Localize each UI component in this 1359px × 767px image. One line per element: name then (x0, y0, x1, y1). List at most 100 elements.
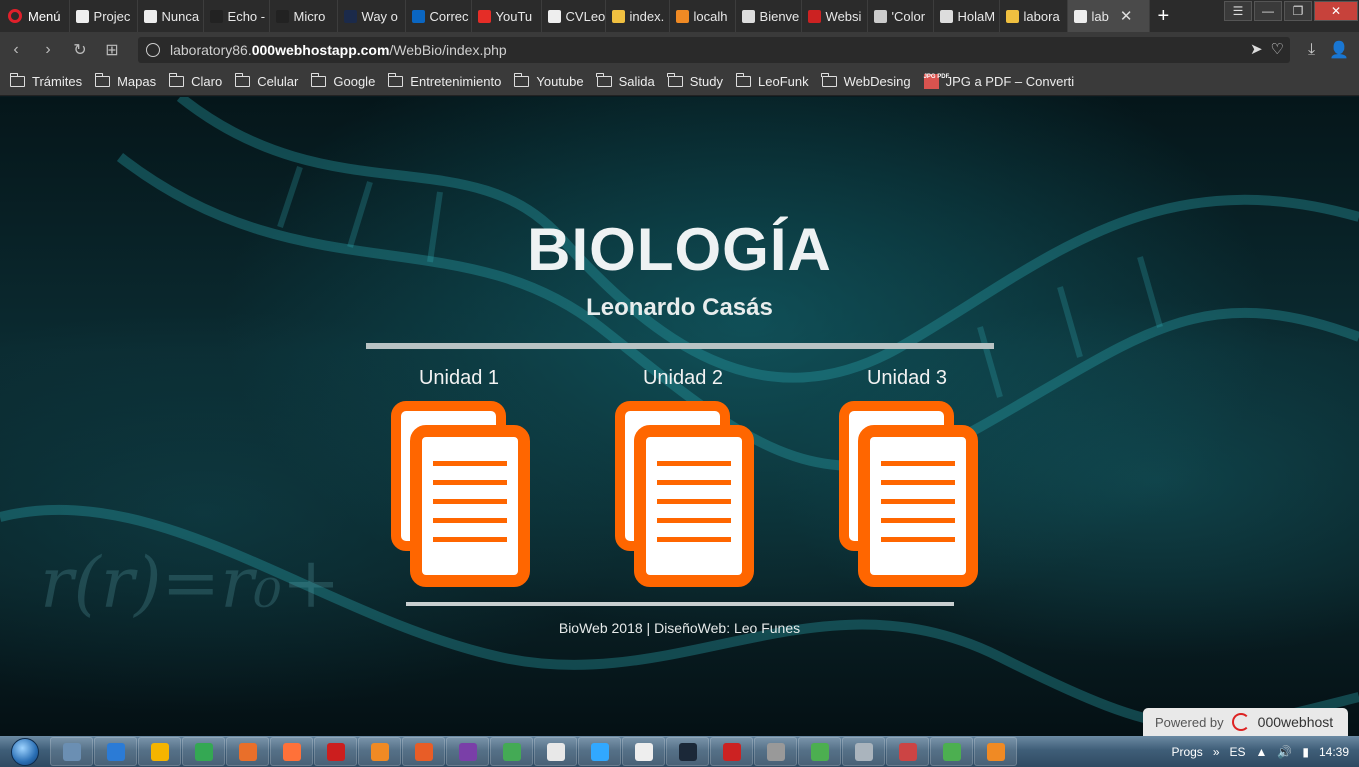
browser-tab[interactable]: Correc (406, 0, 472, 32)
taskbar-app-button[interactable] (138, 737, 181, 766)
unit-2-label: Unidad 2 (642, 367, 724, 389)
app-icon (678, 742, 697, 761)
bookmark-folder[interactable]: Claro (168, 73, 222, 89)
app-icon (722, 742, 741, 761)
windows-taskbar: Progs » ES ▲ 🔊 ▮ 14:39 (0, 736, 1359, 767)
tab-favicon-icon (477, 9, 491, 23)
taskbar-app-button[interactable] (446, 737, 489, 766)
start-button[interactable] (0, 736, 50, 767)
tab-label: Correc (429, 8, 469, 24)
address-bar[interactable]: laboratory86. 000webhostapp.com/WebBio/in… (138, 37, 1290, 63)
browser-tab[interactable]: Websi (802, 0, 868, 32)
taskbar-app-button[interactable] (50, 737, 93, 766)
bookmark-folder[interactable]: Study (667, 73, 723, 89)
tab-favicon-icon (1073, 9, 1087, 23)
progs-toolbar[interactable]: Progs (1171, 745, 1202, 759)
unit-3-link[interactable]: Unidad 3 (827, 367, 987, 587)
tab-favicon-icon (343, 9, 357, 23)
forward-icon[interactable]: › (32, 32, 64, 68)
bookmark-folder[interactable]: Mapas (94, 73, 156, 89)
browser-tab[interactable]: Bienve (736, 0, 802, 32)
taskbar-app-button[interactable] (754, 737, 797, 766)
bookmark-folder[interactable]: WebDesing (821, 73, 911, 89)
clock[interactable]: 14:39 (1319, 745, 1349, 759)
powered-by-badge[interactable]: Powered by 000webhost (1143, 708, 1348, 736)
app-icon (634, 742, 653, 761)
speed-dial-icon[interactable]: ⊞ (96, 32, 128, 68)
taskbar-app-button[interactable] (358, 737, 401, 766)
folder-icon (234, 73, 251, 87)
browser-tab[interactable]: lab ✕ (1067, 0, 1150, 32)
tab-favicon-icon (547, 9, 561, 23)
taskbar-app-button[interactable] (974, 737, 1017, 766)
browser-tab[interactable]: index. (606, 0, 670, 32)
app-icon (854, 742, 873, 761)
page-footer: BioWeb 2018 | DiseñoWeb: Leo Funes (558, 620, 801, 636)
heart-icon[interactable]: ♡ (1271, 40, 1284, 58)
close-window-button[interactable]: ✕ (1314, 1, 1358, 21)
unit-1-link[interactable]: Unidad 1 (379, 367, 539, 587)
taskbar-apps (50, 737, 1018, 766)
browser-tab[interactable]: CVLeo (542, 0, 606, 32)
browser-tab[interactable]: YouTu (472, 0, 542, 32)
taskbar-app-button[interactable] (710, 737, 753, 766)
restore-button[interactable]: ❐ (1284, 1, 1312, 21)
taskbar-app-button[interactable] (534, 737, 577, 766)
taskbar-app-button[interactable] (226, 737, 269, 766)
unit-2-link[interactable]: Unidad 2 (603, 367, 763, 587)
taskbar-app-button[interactable] (94, 737, 137, 766)
taskbar-app-button[interactable] (666, 737, 709, 766)
taskbar-app-button[interactable] (402, 737, 445, 766)
browser-tab[interactable]: localh (670, 0, 736, 32)
back-icon[interactable]: ‹ (0, 32, 32, 68)
app-icon (106, 742, 125, 761)
volume-icon[interactable]: 🔊 (1277, 745, 1292, 759)
reload-icon[interactable]: ↻ (64, 32, 96, 68)
tray-expand-icon[interactable]: ▲ (1256, 745, 1268, 759)
bookmark-folder[interactable]: LeoFunk (735, 73, 809, 89)
tab-menu-icon[interactable]: ☰ (1224, 1, 1252, 21)
bookmark-folder[interactable]: Celular (234, 73, 298, 89)
svg-text:r(r)=r₀+: r(r)=r₀+ (40, 542, 340, 624)
minimize-button[interactable]: — (1254, 1, 1282, 21)
bookmark-folder[interactable]: Youtube (513, 73, 584, 89)
send-icon[interactable]: ➤ (1250, 40, 1263, 58)
browser-tab[interactable]: labora (1000, 0, 1068, 32)
taskbar-app-button[interactable] (182, 737, 225, 766)
browser-tab[interactable]: HolaM (934, 0, 1000, 32)
bookmark-folder[interactable]: Entretenimiento (387, 73, 501, 89)
toolbar-expand-icon[interactable]: » (1213, 745, 1220, 759)
taskbar-app-button[interactable] (270, 737, 313, 766)
browser-tab[interactable]: Way o (338, 0, 406, 32)
browser-tab[interactable]: Echo - (204, 0, 270, 32)
browser-tab[interactable]: 'Color (868, 0, 934, 32)
browser-tab[interactable]: Micro (270, 0, 338, 32)
taskbar-app-button[interactable] (842, 737, 885, 766)
browser-tab[interactable]: Nunca (138, 0, 204, 32)
close-tab-icon[interactable]: ✕ (1120, 7, 1133, 25)
taskbar-app-button[interactable] (930, 737, 973, 766)
folder-icon (94, 73, 111, 87)
taskbar-app-button[interactable] (314, 737, 357, 766)
taskbar-app-button[interactable] (886, 737, 929, 766)
tab-favicon-icon (411, 9, 425, 23)
opera-menu-button[interactable]: Menú (0, 0, 70, 32)
download-icon[interactable]: ⤓ (1308, 41, 1315, 59)
header-divider (366, 343, 994, 349)
bookmark-jpg-pdf[interactable]: JPG PDF JPG a PDF – Converti (923, 74, 1074, 89)
language-indicator[interactable]: ES (1230, 745, 1246, 759)
account-icon[interactable]: 👤 (1329, 40, 1349, 60)
bookmark-folder[interactable]: Salida (596, 73, 655, 89)
windows-logo-icon (11, 737, 39, 766)
taskbar-app-button[interactable] (578, 737, 621, 766)
taskbar-app-button[interactable] (622, 737, 665, 766)
tab-label: Bienve (759, 8, 800, 24)
taskbar-app-button[interactable] (798, 737, 841, 766)
new-tab-button[interactable]: + (1150, 5, 1178, 28)
browser-tab[interactable]: Projec (70, 0, 138, 32)
bookmark-folder[interactable]: Google (310, 73, 375, 89)
bookmark-folder[interactable]: Trámites (9, 73, 82, 89)
taskbar-app-button[interactable] (490, 737, 533, 766)
toolbar-right: ⤓ 👤 (1308, 32, 1359, 68)
network-icon[interactable]: ▮ (1302, 745, 1309, 759)
